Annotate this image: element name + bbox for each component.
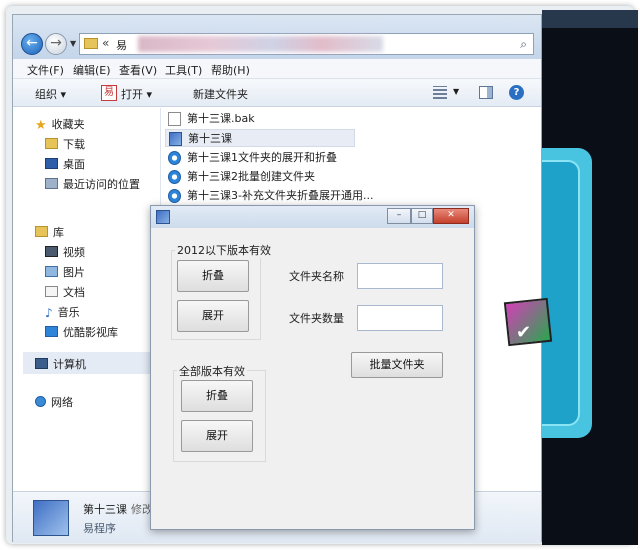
new-folder-button[interactable]: 新建文件夹 [193,86,248,102]
explorer-titlebar: ← → ▼ « 易 ⌕ [13,15,541,59]
network-icon [35,396,46,407]
view-dropdown-icon[interactable]: ▼ [453,87,459,96]
nav-documents[interactable]: 文档 [45,284,85,300]
view-options-icon[interactable] [433,86,447,99]
file-item-selected[interactable]: 第十三课 [165,129,355,147]
file-item[interactable]: 第十三课1文件夹的展开和折叠 [165,149,337,167]
folder-name-input[interactable] [357,263,443,289]
command-bar: 组织 ▾ 易 打开 ▾ 新建文件夹 ▼ ? [13,79,541,107]
nav-videos[interactable]: 视频 [45,244,85,260]
file-item[interactable]: 第十三课2批量创建文件夹 [165,168,315,186]
menu-view[interactable]: 查看(V) [119,62,157,78]
nav-network[interactable]: 网络 [35,394,73,410]
batch-folder-dialog: – □ ✕ 2012以下版本有效 折叠 展开 全部版本有效 折叠 展开 文件夹名… [150,205,475,530]
folder-count-label: 文件夹数量 [289,312,344,325]
nav-downloads[interactable]: 下载 [45,136,85,152]
batch-folder-button[interactable]: 批量文件夹 [351,352,443,378]
forward-button[interactable]: → [45,33,67,55]
nav-favorites[interactable]: ★ 收藏夹 [35,116,85,133]
media-file-icon [168,189,181,203]
nav-computer[interactable]: 计算机 [35,356,86,372]
legacy-expand-button[interactable]: 展开 [177,300,249,332]
dialog-titlebar[interactable]: – □ ✕ [151,206,474,228]
organize-button[interactable]: 组织 ▾ [35,86,66,102]
music-icon: ♪ [45,306,53,320]
all-expand-button[interactable]: 展开 [181,420,253,452]
video-icon [45,246,58,257]
youku-library-icon [45,326,58,337]
close-button[interactable]: ✕ [433,208,469,224]
file-item[interactable]: 第十三课.bak [165,110,255,128]
history-dropdown-icon[interactable]: ▼ [70,39,76,48]
picture-icon [45,266,58,277]
document-icon [168,112,181,126]
details-filename: 第十三课 [83,503,127,516]
nav-pictures[interactable]: 图片 [45,264,85,280]
computer-icon [35,358,48,369]
maximize-button[interactable]: □ [411,208,433,224]
media-file-icon [168,170,181,184]
navigation-pane: ★ 收藏夹 下载 桌面 最近访问的位置 库 视频 图片 文档 ♪ 音乐 优酷影视库 … [13,108,161,491]
easy-language-icon [156,210,170,224]
menu-bar: 文件(F) 编辑(E) 查看(V) 工具(T) 帮助(H) [13,59,541,79]
menu-tools[interactable]: 工具(T) [165,62,202,78]
menu-edit[interactable]: 编辑(E) [73,62,111,78]
search-icon[interactable]: ⌕ [520,37,527,52]
recent-places-icon [45,178,58,189]
breadcrumb-chevron-icon[interactable]: « [102,36,109,50]
menu-file[interactable]: 文件(F) [27,62,64,78]
folder-name-label: 文件夹名称 [289,270,344,283]
nav-recent[interactable]: 最近访问的位置 [45,176,140,192]
all-collapse-button[interactable]: 折叠 [181,380,253,412]
open-button[interactable]: 打开 ▾ [121,86,152,102]
preview-pane-icon[interactable] [479,86,493,99]
details-filetype: 易程序 [83,522,116,535]
easy-language-icon [169,132,182,146]
legacy-version-label: 2012以下版本有效 [175,242,273,258]
desktop-icon [45,158,58,169]
address-path: 易 [116,39,127,52]
folder-count-input[interactable] [357,305,443,331]
nav-desktop[interactable]: 桌面 [45,156,85,172]
back-button[interactable]: ← [21,33,43,55]
check-icon: ✔ [516,322,532,343]
library-icon [35,226,48,237]
easy-language-icon [33,500,69,536]
all-version-label: 全部版本有效 [177,363,247,379]
address-blur [138,36,383,52]
nav-youku[interactable]: 优酷影视库 [45,324,118,340]
star-icon: ★ [35,118,47,133]
nav-libraries[interactable]: 库 [35,224,64,240]
media-file-icon [168,151,181,165]
download-icon [45,138,58,149]
file-item[interactable]: 第十三课3-补充文件夹折叠展开通用... [165,187,373,205]
help-icon[interactable]: ? [509,85,524,100]
legacy-collapse-button[interactable]: 折叠 [177,260,249,292]
address-bar[interactable]: « 易 ⌕ [79,33,534,55]
document-icon [45,286,58,297]
easy-language-icon: 易 [101,85,117,101]
minimize-button[interactable]: – [387,208,411,224]
menu-help[interactable]: 帮助(H) [211,62,250,78]
folder-icon [84,38,98,49]
nav-music[interactable]: ♪ 音乐 [45,304,80,320]
desktop-top-strip [542,10,638,28]
